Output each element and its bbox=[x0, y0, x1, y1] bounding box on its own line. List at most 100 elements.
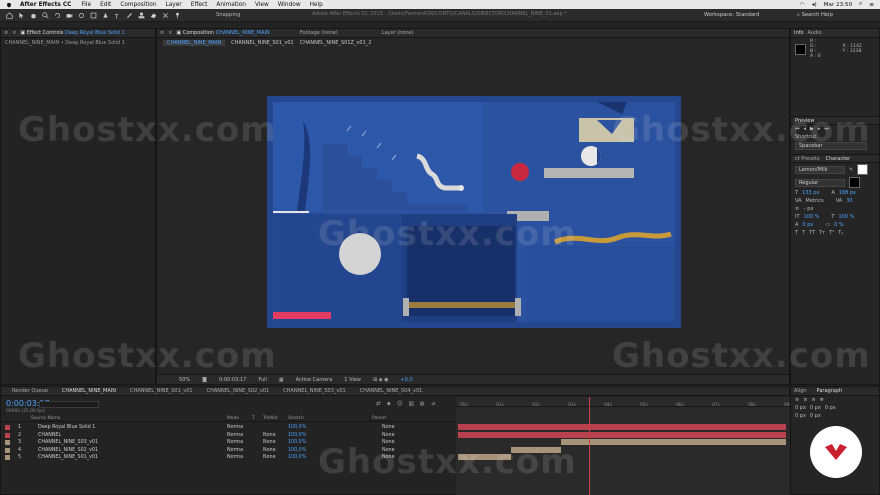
pen-tool-icon[interactable] bbox=[102, 12, 109, 19]
next-frame-icon[interactable]: ▸ bbox=[818, 126, 821, 132]
layer-duration-bar[interactable] bbox=[458, 424, 786, 430]
indent-right-value[interactable]: 0 px bbox=[810, 405, 821, 411]
layer-trkmat-dropdown[interactable]: None bbox=[263, 433, 276, 438]
layer-duration-bar[interactable] bbox=[458, 454, 511, 460]
magnification-dropdown[interactable]: 50% bbox=[179, 377, 190, 383]
active-camera-dropdown[interactable]: Active Camera bbox=[296, 377, 333, 383]
shy-layers-icon[interactable]: ☺ bbox=[397, 401, 403, 407]
timeline-tab-main[interactable]: CHANNEL_NINE_MAIN bbox=[62, 388, 116, 394]
col-trkmat[interactable]: TrkMat bbox=[263, 416, 278, 421]
last-frame-icon[interactable]: ⏭ bbox=[824, 126, 829, 132]
layer-label-color[interactable] bbox=[5, 440, 10, 445]
render-queue-tab[interactable]: Render Queue bbox=[12, 388, 48, 394]
timeline-tab-s03[interactable]: CHANNEL_NINE_S03_v01 bbox=[283, 388, 346, 394]
subtab-s01z[interactable]: CHANNEL_NINE_S01Z_v01_2 bbox=[300, 40, 372, 46]
close-icon[interactable]: × bbox=[12, 30, 16, 36]
layer-tab[interactable]: Layer (none) bbox=[382, 30, 414, 36]
subscript-button[interactable]: T₁ bbox=[838, 230, 843, 236]
composition-viewer[interactable] bbox=[267, 96, 681, 328]
subtab-main[interactable]: CHANNEL_NINE_MAIN bbox=[163, 40, 226, 46]
stroke-width-value[interactable]: – px bbox=[803, 206, 813, 212]
layer-duration-bar[interactable] bbox=[458, 431, 786, 438]
shortcut-dropdown[interactable]: Spacebar bbox=[795, 142, 867, 150]
menu-composition[interactable]: Composition bbox=[120, 2, 156, 8]
indent-left-value[interactable]: 0 px bbox=[795, 405, 806, 411]
rotate-tool-icon[interactable] bbox=[54, 12, 61, 19]
all-caps-button[interactable]: TT bbox=[809, 230, 815, 236]
layer-parent-dropdown[interactable]: None bbox=[382, 433, 395, 438]
subtab-s01[interactable]: CHANNEL_NINE_S01_v01 bbox=[231, 40, 294, 46]
current-time-indicator[interactable] bbox=[589, 397, 590, 495]
time-ruler[interactable]: 00s 01s 02s 03s 04s 05s 06s 07s 08s 09s bbox=[456, 397, 792, 408]
clock[interactable]: Mar 23:50 bbox=[824, 2, 852, 8]
small-caps-button[interactable]: Tт bbox=[819, 230, 825, 236]
faux-bold-button[interactable]: T bbox=[795, 230, 798, 236]
menu-animation[interactable]: Animation bbox=[216, 2, 246, 8]
panel-menu-icon[interactable]: ≡ bbox=[4, 30, 8, 36]
layer-mode-dropdown[interactable]: Norma bbox=[227, 433, 243, 438]
layer-label-color[interactable] bbox=[5, 425, 10, 430]
layer-mode-dropdown[interactable]: Norma bbox=[227, 448, 243, 453]
menu-effect[interactable]: Effect bbox=[191, 2, 208, 8]
pan-behind-tool-icon[interactable] bbox=[78, 12, 85, 19]
menu-file[interactable]: File bbox=[81, 2, 91, 8]
layer-stretch-value[interactable]: 100,0% bbox=[288, 448, 306, 453]
composition-tab[interactable]: ▣ Composition CHANNEL_NINE_MAIN bbox=[176, 30, 269, 36]
motion-blur-icon[interactable]: ◍ bbox=[420, 401, 425, 407]
layer-parent-dropdown[interactable]: None bbox=[382, 448, 395, 453]
layer-duration-bar[interactable] bbox=[511, 446, 561, 453]
layer-source-name[interactable]: CHANNEL bbox=[38, 433, 61, 438]
layer-source-name[interactable]: CHANNEL_NINE_S02_v01 bbox=[38, 448, 98, 453]
timeline-tab-s02[interactable]: CHANNEL_NINE_S02_v01 bbox=[207, 388, 270, 394]
layer-trkmat-dropdown[interactable]: None bbox=[263, 448, 276, 453]
menu-list-icon[interactable]: ≡ bbox=[869, 2, 874, 8]
apple-icon[interactable] bbox=[6, 2, 12, 8]
effect-controls-tab[interactable]: ▣ Effect Controls Deep Royal Blue Solid … bbox=[20, 30, 124, 36]
effects-presets-tab[interactable]: ct Presets bbox=[795, 156, 820, 162]
layer-row[interactable]: 2 CHANNEL Norma None 100,0% None bbox=[1, 432, 456, 439]
app-menu[interactable]: After Effects CC bbox=[20, 2, 71, 8]
eyedropper-icon[interactable]: ✎ bbox=[849, 167, 853, 173]
col-t[interactable]: T bbox=[252, 416, 255, 421]
draft-3d-icon[interactable]: ◈ bbox=[387, 401, 391, 407]
time-graph[interactable]: 00s 01s 02s 03s 04s 05s 06s 07s 08s 09s bbox=[456, 397, 792, 495]
col-source-name[interactable]: Source Name bbox=[31, 416, 60, 421]
layer-label-color[interactable] bbox=[5, 455, 10, 460]
col-mode[interactable]: Mode bbox=[227, 416, 239, 421]
close-icon[interactable]: × bbox=[168, 30, 172, 36]
panel-menu-icon[interactable]: ≡ bbox=[160, 30, 164, 36]
play-icon[interactable]: ▶ bbox=[810, 126, 814, 132]
zoom-tool-icon[interactable] bbox=[42, 11, 49, 19]
brush-tool-icon[interactable] bbox=[126, 12, 133, 19]
vertical-scale-value[interactable]: 100 % bbox=[804, 214, 820, 220]
layer-label-color[interactable] bbox=[5, 447, 10, 453]
layer-stretch-value[interactable]: 100,0% bbox=[288, 440, 306, 445]
baseline-value[interactable]: 0 px bbox=[802, 222, 813, 228]
character-tab[interactable]: Character bbox=[826, 156, 851, 162]
font-style-dropdown[interactable]: Regular bbox=[795, 178, 845, 187]
align-right-icon[interactable]: ≡ bbox=[811, 397, 815, 403]
space-before-value[interactable]: 0 px bbox=[795, 413, 806, 419]
tsume-value[interactable]: 0 % bbox=[834, 222, 844, 228]
frame-blending-icon[interactable]: ▥ bbox=[409, 401, 414, 407]
layer-source-name[interactable]: CHANNEL_NINE_S01_v01 bbox=[38, 455, 98, 460]
exposure-value[interactable]: +0,0 bbox=[401, 377, 413, 383]
info-tab[interactable]: Info bbox=[794, 30, 803, 36]
paragraph-tab[interactable]: Paragraph bbox=[817, 388, 843, 394]
layer-row[interactable]: 5 CHANNEL_NINE_S01_v01 Norma None 100,0% None bbox=[1, 454, 456, 461]
layer-row[interactable]: 3 CHANNEL_NINE_S03_v01 Norma None 100,0% None bbox=[1, 439, 456, 446]
roto-brush-tool-icon[interactable] bbox=[162, 12, 169, 19]
menu-layer[interactable]: Layer bbox=[166, 2, 182, 8]
search-spotlight-icon[interactable]: ⌕ bbox=[859, 1, 862, 8]
current-time-display[interactable]: 0:00:03:17 bbox=[219, 377, 246, 383]
layer-mode-dropdown[interactable]: Norma bbox=[227, 440, 243, 445]
timeline-tab-s01[interactable]: CHANNEL_NINE_S01_v01 bbox=[130, 388, 193, 394]
layer-stretch-value[interactable]: 100,0% bbox=[288, 455, 306, 460]
font-family-dropdown[interactable]: Lemon/Milk bbox=[795, 165, 845, 174]
layer-source-name[interactable]: Deep Royal Blue Solid 1 bbox=[38, 425, 95, 430]
layer-row[interactable]: 4 CHANNEL_NINE_S02_v01 Norma None 100,0% None bbox=[1, 447, 456, 454]
first-frame-icon[interactable]: ⏮ bbox=[795, 126, 800, 132]
wifi-icon[interactable]: ◠ bbox=[800, 2, 805, 8]
superscript-button[interactable]: T¹ bbox=[829, 230, 834, 236]
layer-row[interactable]: 1 Deep Royal Blue Solid 1 Norma 100,0% None bbox=[1, 424, 456, 431]
